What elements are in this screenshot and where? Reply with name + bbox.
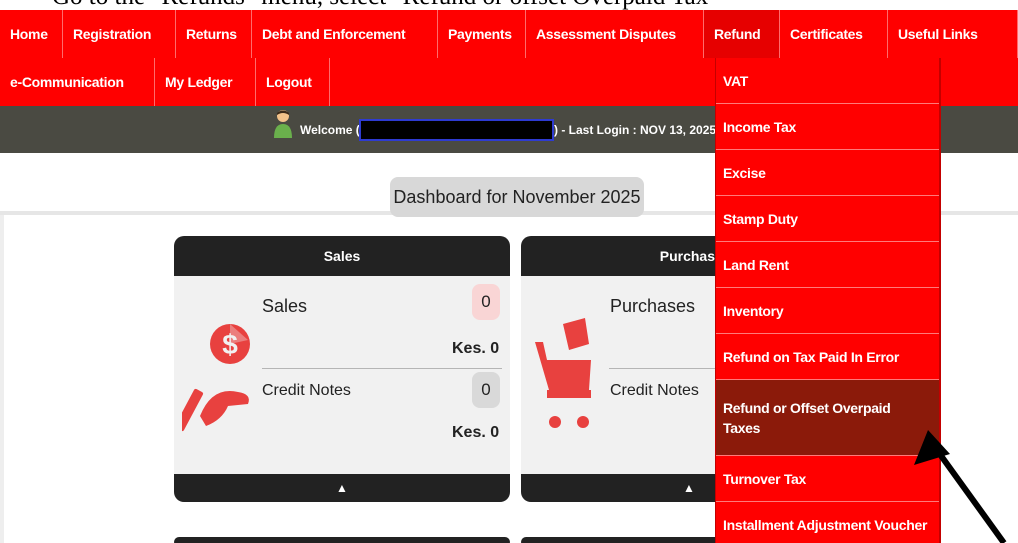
menu-item-inventory[interactable]: Inventory: [716, 288, 939, 334]
nav-registration[interactable]: Registration: [63, 10, 176, 58]
lower-card-left: [174, 537, 510, 543]
sales-credit-notes-amount: Kes. 0: [452, 424, 500, 441]
nav-payments[interactable]: Payments: [438, 10, 526, 58]
sales-card: Sales $ Sales 0 Kes. 0 Credit Notes 0 Ke…: [174, 236, 510, 502]
menu-item-excise[interactable]: Excise: [716, 150, 939, 196]
nav-e-communication[interactable]: e-Communication: [0, 58, 155, 106]
nav-certificates[interactable]: Certificates: [780, 10, 888, 58]
sales-credit-notes-badge[interactable]: 0: [472, 372, 500, 408]
purchases-label: Purchases: [610, 296, 696, 316]
menu-item-vat[interactable]: VAT: [716, 58, 939, 104]
sales-amount: Kes. 0: [452, 340, 500, 357]
nav-logout[interactable]: Logout: [256, 58, 330, 106]
nav-refund[interactable]: Refund: [704, 10, 780, 58]
dashboard-title: Dashboard for November 2025: [390, 177, 644, 217]
purchases-credit-notes-label: Credit Notes: [610, 382, 699, 399]
caption-text: Go to the "Refunds" menu, select "Refund…: [52, 0, 718, 10]
menu-item-land-rent[interactable]: Land Rent: [716, 242, 939, 288]
sales-count-badge[interactable]: 0: [472, 284, 500, 320]
sales-card-toggle[interactable]: ▲: [174, 474, 510, 502]
last-login-text: ) - Last Login : NOV 13, 2025: [554, 123, 717, 137]
nav-returns[interactable]: Returns: [176, 10, 252, 58]
annotation-arrow-icon: [914, 430, 1007, 543]
sales-divider: [262, 368, 502, 369]
sales-card-body: $ Sales 0 Kes. 0 Credit Notes 0 Kes. 0: [174, 276, 510, 474]
menu-item-stamp-duty[interactable]: Stamp Duty: [716, 196, 939, 242]
sales-hand-coin-icon: $: [182, 324, 250, 432]
instruction-caption: Go to the "Refunds" menu, select "Refund…: [0, 0, 1018, 10]
sales-label: Sales: [262, 296, 308, 316]
nav-row-1: Home Registration Returns Debt and Enfor…: [0, 10, 1018, 58]
page-left-edge: [0, 215, 4, 543]
sales-card-header: Sales: [323, 248, 361, 264]
welcome-text: Welcome (: [300, 123, 360, 137]
nav-my-ledger[interactable]: My Ledger: [155, 58, 256, 106]
nav-debt-enforcement[interactable]: Debt and Enforcement: [252, 10, 438, 58]
nav-home[interactable]: Home: [0, 10, 63, 58]
menu-item-refund-tax-paid-in-error[interactable]: Refund on Tax Paid In Error: [716, 334, 939, 380]
nav-assessment-disputes[interactable]: Assessment Disputes: [526, 10, 704, 58]
shopping-cart-icon: [535, 318, 591, 428]
sales-credit-notes-label: Credit Notes: [262, 382, 351, 399]
user-avatar-icon: [274, 110, 292, 138]
nav-useful-links[interactable]: Useful Links: [888, 10, 1018, 58]
redacted-username: [359, 119, 554, 141]
menu-item-income-tax[interactable]: Income Tax: [716, 104, 939, 150]
nav-row-2: e-Communication My Ledger Logout: [0, 58, 330, 106]
